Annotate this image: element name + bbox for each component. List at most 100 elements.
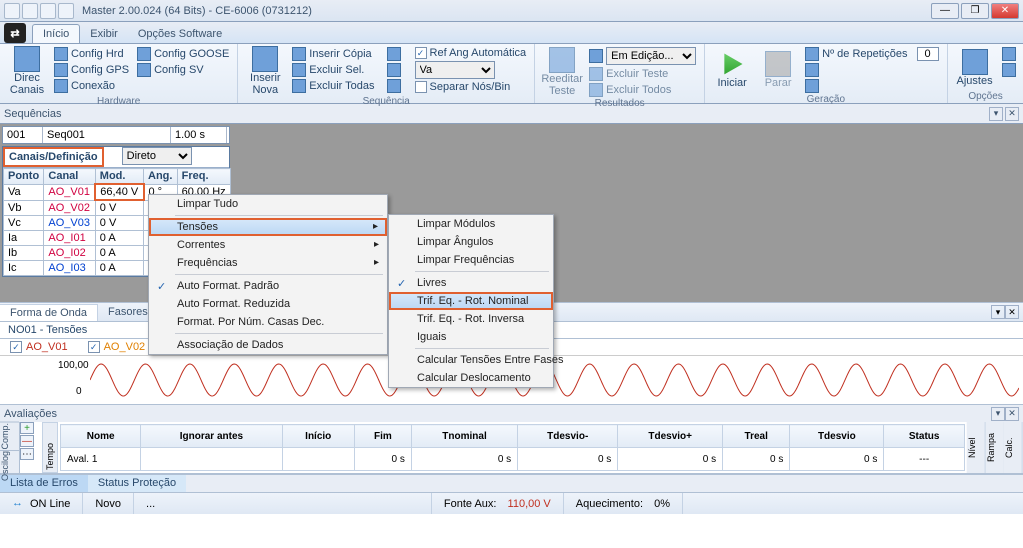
ctx-auto-format-padrao[interactable]: Auto Format. Padrão (149, 277, 387, 295)
gen-tool-1[interactable] (803, 62, 940, 78)
ctx-format-casas-dec[interactable]: Format. Por Núm. Casas Dec. (149, 313, 387, 331)
config-sv-button[interactable]: Config SV (135, 62, 231, 78)
config-hrd-button[interactable]: Config Hrd (52, 46, 131, 62)
reeditar-teste-button[interactable]: Reeditar Teste (541, 46, 583, 98)
status-online[interactable]: ↔ON Line (0, 493, 83, 514)
iniciar-button[interactable]: Iniciar (711, 46, 753, 94)
grid-mode-combo[interactable]: Direto (122, 147, 192, 165)
tool-button-3[interactable] (385, 78, 403, 94)
tab-forma-onda[interactable]: Forma de Onda (0, 304, 98, 321)
delete-all-icon (292, 79, 306, 93)
col-mod[interactable]: Mod. (95, 169, 143, 185)
qat-btn-1[interactable] (4, 3, 20, 19)
excluir-teste-button[interactable]: Excluir Teste (587, 66, 698, 82)
tempo-tab[interactable]: Tempo (42, 422, 58, 473)
side-tab-comp[interactable]: Comp. (0, 422, 19, 450)
status-fonte: Fonte Aux: 110,00 V (432, 493, 564, 514)
inserir-copia-button[interactable]: Inserir Cópia (290, 46, 376, 62)
wave-drop-icon[interactable]: ▾ (991, 305, 1005, 319)
ctx-auto-format-reduzida[interactable]: Auto Format. Reduzida (149, 295, 387, 313)
ctx-frequencias[interactable]: Frequências (149, 254, 387, 272)
right-tab-rampa[interactable]: Rampa (986, 422, 1005, 473)
link-icon (54, 79, 68, 93)
conexao-button[interactable]: Conexão (52, 78, 131, 94)
tab-opcoes[interactable]: Opções Software (128, 25, 232, 43)
ctx-tensoes[interactable]: Tensões (149, 218, 387, 236)
canais-definicao-label[interactable]: Canais/Definição (3, 147, 104, 167)
ajustes-button[interactable]: Ajustes (954, 46, 996, 91)
tool-button-1[interactable] (385, 46, 403, 62)
tab-exibir[interactable]: Exibir (80, 25, 128, 43)
y-axis-zero: 0 (76, 386, 82, 397)
opt-tool-2[interactable] (1000, 62, 1018, 78)
tool-icon (1002, 63, 1016, 77)
qat-btn-3[interactable] (40, 3, 56, 19)
gen-tool-2[interactable] (803, 78, 940, 94)
tab-status-protecao[interactable]: Status Proteção (88, 475, 186, 492)
excluir-todas-button[interactable]: Excluir Todas (290, 78, 376, 94)
aval-close-icon[interactable]: ✕ (1005, 407, 1019, 421)
ctx-trif-rot-nominal[interactable]: Trif. Eq. - Rot. Nominal (389, 292, 553, 310)
wave-ch1[interactable]: ✓AO_V02 (88, 341, 146, 353)
insert-icon (252, 46, 278, 72)
tool-icon (805, 63, 819, 77)
side-tab-oscilog[interactable]: Oscilog (0, 450, 19, 481)
ctx-limpar-angulos[interactable]: Limpar Ângulos (389, 233, 553, 251)
num-repeticoes-input[interactable] (917, 47, 939, 61)
tab-inicio[interactable]: Início (32, 24, 80, 43)
seqbar-drop-icon[interactable]: ▾ (989, 107, 1003, 121)
context-submenu-tensoes: Limpar Módulos Limpar Ângulos Limpar Fre… (388, 214, 554, 388)
col-freq[interactable]: Freq. (177, 169, 230, 185)
more-button[interactable]: ⋯ (20, 448, 34, 460)
ctx-trif-rot-inversa[interactable]: Trif. Eq. - Rot. Inversa (389, 310, 553, 328)
right-tab-nivel[interactable]: Nível (967, 422, 986, 473)
ctx-limpar-modulos[interactable]: Limpar Módulos (389, 215, 553, 233)
excluir-todos-button[interactable]: Excluir Todos (587, 82, 698, 98)
config-goose-button[interactable]: Config GOOSE (135, 46, 231, 62)
ctx-associacao-dados[interactable]: Associação de Dados (149, 336, 387, 354)
y-axis-label: 100,00 (58, 360, 89, 371)
close-button[interactable]: ✕ (991, 3, 1019, 19)
remove-row-button[interactable]: — (20, 435, 34, 447)
wave-ch0[interactable]: ✓AO_V01 (10, 341, 68, 353)
qat-btn-4[interactable] (58, 3, 74, 19)
ref-ang-auto-check[interactable]: ✓Ref Ang Automática (413, 46, 529, 60)
seq-name-input[interactable] (43, 127, 171, 143)
aval-drop-icon[interactable]: ▾ (991, 407, 1005, 421)
opt-tool-1[interactable] (1000, 46, 1018, 62)
maximize-button[interactable]: ❐ (961, 3, 989, 19)
num-repeticoes-field[interactable]: Nº de Repetições (803, 46, 940, 62)
eval-table: NomeIgnorar antes InícioFim TnominalTdes… (60, 424, 965, 471)
va-combo[interactable]: Va (413, 60, 529, 80)
qat-btn-2[interactable] (22, 3, 38, 19)
excluir-sel-button[interactable]: Excluir Sel. (290, 62, 376, 78)
ctx-calc-deslocamento[interactable]: Calcular Deslocamento (389, 369, 553, 387)
ctx-livres[interactable]: Livres (389, 274, 553, 292)
seq-dur-input[interactable] (171, 127, 227, 143)
seqbar-close-icon[interactable]: ✕ (1005, 107, 1019, 121)
ctx-limpar-tudo[interactable]: Limpar Tudo (149, 195, 387, 213)
separar-nos-bin-check[interactable]: Separar Nós/Bin (413, 80, 529, 94)
online-icon: ↔ (12, 497, 26, 511)
col-canal[interactable]: Canal (44, 169, 95, 185)
ctx-calc-tensoes-fases[interactable]: Calcular Tensões Entre Fases (389, 351, 553, 369)
minimize-button[interactable]: — (931, 3, 959, 19)
inserir-nova-button[interactable]: Inserir Nova (244, 46, 286, 96)
ctx-iguais[interactable]: Iguais (389, 328, 553, 346)
right-tab-calc[interactable]: Calc. (1004, 422, 1023, 473)
ctx-correntes[interactable]: Correntes (149, 236, 387, 254)
ctx-limpar-frequencias[interactable]: Limpar Frequências (389, 251, 553, 269)
wave-close-icon[interactable]: ✕ (1005, 305, 1019, 319)
config-gps-button[interactable]: Config GPS (52, 62, 131, 78)
tool-button-2[interactable] (385, 62, 403, 78)
app-icon[interactable]: ⇄ (4, 23, 26, 43)
avaliacoes-bar: Avaliações ▾✕ (0, 404, 1023, 422)
title-bar: Master 2.00.024 (64 Bits) - CE-6006 (073… (0, 0, 1023, 22)
direc-canais-button[interactable]: Direc Canais (6, 46, 48, 96)
col-ponto[interactable]: Ponto (4, 169, 44, 185)
add-row-button[interactable]: + (20, 422, 34, 434)
parar-button[interactable]: Parar (757, 46, 799, 94)
edit-state-combo[interactable]: Em Edição... (587, 46, 698, 66)
seq-code-input[interactable] (3, 127, 43, 143)
col-ang[interactable]: Ang. (144, 169, 178, 185)
